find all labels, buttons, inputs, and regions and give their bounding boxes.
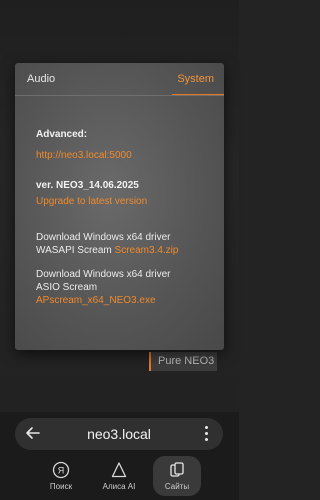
advanced-link[interactable]: http://neo3.local:5000 bbox=[36, 150, 132, 162]
browser-bottom-bar: neo3.local Я Поиск Алиса AI Сайты bbox=[0, 412, 239, 500]
address-bar[interactable]: neo3.local bbox=[15, 418, 223, 450]
active-tab-indicator bbox=[172, 94, 224, 95]
driver1-download-link[interactable]: Scream3.4.zip bbox=[115, 245, 179, 256]
nav-alice-label: Алиса AI bbox=[102, 482, 136, 491]
upgrade-link[interactable]: Upgrade to latest version bbox=[36, 196, 147, 208]
driver1-prefix: WASAPI Scream bbox=[36, 245, 115, 256]
url-text[interactable]: neo3.local bbox=[15, 426, 223, 442]
tab-system[interactable]: System bbox=[177, 72, 214, 86]
svg-text:Я: Я bbox=[58, 466, 65, 476]
nav-alice[interactable]: Алиса AI bbox=[94, 456, 144, 496]
driver2-name: ASIO Scream bbox=[36, 282, 98, 293]
background-badge: Pure NEO3 bbox=[149, 352, 217, 371]
tab-divider bbox=[15, 95, 224, 96]
tab-audio[interactable]: Audio bbox=[27, 72, 55, 86]
driver2-title: Download Windows x64 driver bbox=[36, 269, 171, 280]
advanced-label: Advanced: bbox=[36, 129, 88, 140]
version-text: ver. NEO3_14.06.2025 bbox=[36, 180, 139, 191]
driver1-title: Download Windows x64 driver bbox=[36, 232, 171, 243]
yandex-search-icon: Я bbox=[52, 461, 70, 479]
nav-search[interactable]: Я Поиск bbox=[36, 456, 86, 496]
driver2-download-link[interactable]: APscream_x64_NEO3.exe bbox=[36, 295, 156, 307]
more-menu-icon[interactable] bbox=[205, 426, 209, 442]
bottom-navigation: Я Поиск Алиса AI Сайты bbox=[0, 456, 239, 498]
alice-icon bbox=[111, 462, 127, 478]
settings-modal: Audio System Advanced: http://neo3.local… bbox=[15, 63, 224, 350]
nav-search-label: Поиск bbox=[49, 482, 73, 491]
driver1-line: WASAPI Scream Scream3.4.zip bbox=[36, 245, 178, 257]
sites-icon bbox=[170, 462, 184, 477]
nav-sites-label: Сайты bbox=[164, 482, 190, 491]
nav-sites[interactable]: Сайты bbox=[153, 456, 201, 496]
tab-bar: Audio System bbox=[15, 63, 224, 96]
